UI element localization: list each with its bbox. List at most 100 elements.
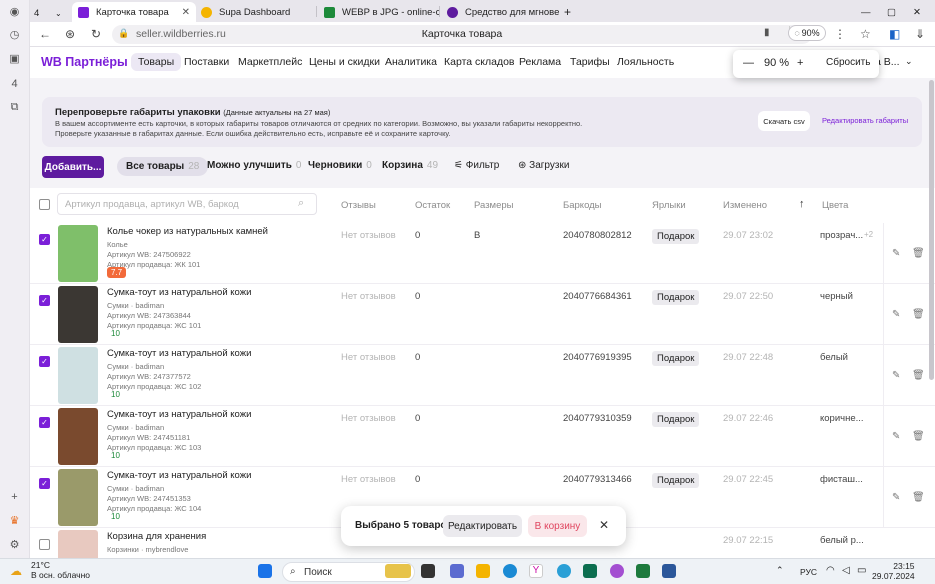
add-icon[interactable]: + — [7, 489, 22, 504]
browser-profile-icon[interactable]: ◉ — [7, 4, 22, 19]
table-row[interactable]: ✓ Сумка-тоут из натуральной кожи Сумки · b… — [30, 345, 935, 406]
edit-pencil-icon[interactable]: ✎ — [892, 370, 900, 381]
chevron-up-icon[interactable]: ⌃ — [776, 565, 784, 576]
col-colors[interactable]: Цвета — [822, 200, 848, 211]
table-row[interactable]: ✓ Колье чокер из натуральных камней Колье А… — [30, 223, 935, 284]
product-thumbnail[interactable] — [58, 347, 98, 404]
url-field[interactable]: 🔒 seller.wildberries.ru Карточка товара … — [112, 25, 812, 44]
col-stock[interactable]: Остаток — [415, 200, 450, 211]
collections-icon[interactable]: ⧉ — [7, 100, 22, 115]
zoom-indicator[interactable]: ◌ 90% — [788, 25, 826, 41]
product-name[interactable]: Сумка-тоут из натуральной кожи — [107, 287, 251, 298]
tab-count-icon[interactable]: 4 — [7, 76, 22, 91]
history-icon[interactable]: ◷ — [7, 27, 22, 42]
back-icon[interactable]: ← — [39, 27, 51, 41]
trash-icon[interactable]: 🗑 — [912, 431, 925, 442]
table-row[interactable]: ✓ Сумка-тоут из натуральной кожи Сумки · b… — [30, 284, 935, 345]
clock[interactable]: 23:15 29.07.2024 — [872, 561, 915, 581]
close-icon[interactable]: ✕ — [599, 518, 609, 532]
maximize-icon[interactable]: ▢ — [887, 2, 901, 22]
extension-icon[interactable]: ◧ — [889, 27, 900, 41]
nav-loyalty[interactable]: Лояльность — [617, 56, 674, 68]
col-reviews[interactable]: Отзывы — [341, 200, 376, 211]
yandex-icon[interactable]: Y — [529, 564, 543, 578]
extensions-icon[interactable]: ▣ — [7, 51, 22, 66]
download-icon[interactable]: ⇓ — [915, 27, 925, 41]
edit-pencil-icon[interactable]: ✎ — [892, 492, 900, 503]
nav-products[interactable]: Товары — [131, 53, 182, 71]
browser-tab-active[interactable]: Карточка товара ✕ — [72, 2, 196, 22]
trash-icon[interactable]: 🗑 — [912, 492, 925, 503]
product-thumbnail[interactable] — [58, 225, 98, 282]
download-csv-button[interactable]: Скачать csv — [758, 111, 810, 131]
bookmark-icon[interactable]: ▮ — [764, 27, 770, 38]
app-icon[interactable]: ♛ — [7, 513, 22, 528]
row-checkbox[interactable]: ✓ — [39, 295, 50, 306]
product-thumbnail[interactable] — [58, 469, 98, 526]
browser-tab[interactable]: Supa Dashboard — [195, 2, 316, 22]
settings-icon[interactable]: ⚙ — [7, 537, 22, 552]
tab-all-products[interactable]: Все товары 28 — [117, 157, 209, 176]
favorites-icon[interactable]: ☆ — [860, 27, 871, 41]
language-indicator[interactable]: РУС — [800, 567, 817, 577]
row-checkbox[interactable] — [39, 539, 50, 550]
col-barcodes[interactable]: Баркоды — [563, 200, 602, 211]
row-checkbox[interactable]: ✓ — [39, 478, 50, 489]
logo[interactable]: WB Партнёры — [41, 55, 128, 69]
chrome-icon[interactable] — [557, 564, 571, 578]
sort-arrow-icon[interactable]: ↑ — [799, 198, 805, 210]
col-labels[interactable]: Ярлыки — [652, 200, 686, 211]
move-to-trash-button[interactable]: В корзину — [528, 515, 587, 537]
teams-icon[interactable] — [450, 564, 464, 578]
edit-pencil-icon[interactable]: ✎ — [892, 309, 900, 320]
trash-icon[interactable]: 🗑 — [912, 248, 925, 259]
edit-pencil-icon[interactable]: ✎ — [892, 248, 900, 259]
weather-widget[interactable]: 21°C В осн. облачно — [31, 560, 90, 580]
nav-analytics[interactable]: Аналитика — [385, 56, 437, 68]
search-input[interactable]: Артикул продавца, артикул WB, баркод — [57, 193, 317, 215]
word-icon[interactable] — [662, 564, 676, 578]
edit-button[interactable]: Редактировать — [443, 515, 522, 537]
browser-tab[interactable]: WEBP в JPG - online-conv — [318, 2, 439, 22]
zoom-out-button[interactable]: — — [743, 57, 754, 69]
edit-pencil-icon[interactable]: ✎ — [892, 431, 900, 442]
new-tab-icon[interactable]: + — [561, 2, 577, 22]
shield-icon[interactable]: ⊛ — [65, 27, 75, 41]
volume-icon[interactable]: ◁ — [842, 565, 850, 576]
weather-icon[interactable]: ☁ — [10, 564, 22, 578]
battery-icon[interactable]: ▭ — [857, 565, 866, 576]
trash-icon[interactable]: 🗑 — [912, 370, 925, 381]
more-icon[interactable]: ⋮ — [834, 27, 846, 41]
tab-drafts[interactable]: Черновики 0 — [308, 160, 372, 171]
product-name[interactable]: Сумка-тоут из натуральной кожи — [107, 348, 251, 359]
minimize-icon[interactable]: — — [861, 2, 875, 22]
row-checkbox[interactable]: ✓ — [39, 234, 50, 245]
product-name[interactable]: Колье чокер из натуральных камней — [107, 226, 268, 237]
trash-icon[interactable]: 🗑 — [912, 309, 925, 320]
tab-can-improve[interactable]: Можно улучшить 0 — [207, 160, 301, 171]
app-icon[interactable] — [610, 564, 624, 578]
add-button[interactable]: Добавить... — [42, 156, 104, 178]
chevron-down-icon[interactable]: ⌄ — [905, 56, 913, 67]
wifi-icon[interactable]: ◠ — [826, 565, 835, 576]
uploads-button[interactable]: ⊛ Загрузки — [518, 160, 569, 171]
product-thumbnail[interactable] — [58, 286, 98, 343]
product-name[interactable]: Корзина для хранения — [107, 531, 206, 542]
explorer-icon[interactable] — [476, 564, 490, 578]
zoom-reset-button[interactable]: Сбросить — [826, 57, 870, 68]
close-window-icon[interactable]: ✕ — [913, 2, 927, 22]
more-colors-badge[interactable]: +2 — [864, 230, 873, 239]
nav-tariffs[interactable]: Тарифы — [570, 56, 610, 68]
zoom-in-button[interactable]: + — [797, 57, 803, 69]
edge-icon[interactable] — [503, 564, 517, 578]
taskview-icon[interactable] — [421, 564, 435, 578]
tab-trash[interactable]: Корзина 49 — [382, 160, 438, 171]
select-all-checkbox[interactable] — [39, 199, 50, 210]
nav-ads[interactable]: Реклама — [519, 56, 561, 68]
browser-tab[interactable]: Средство для мгновенно — [441, 2, 559, 22]
product-name[interactable]: Сумка-тоут из натуральной кожи — [107, 470, 251, 481]
product-thumbnail[interactable] — [58, 530, 98, 558]
app-icon[interactable] — [583, 564, 597, 578]
start-icon[interactable] — [258, 564, 272, 578]
nav-marketplace[interactable]: Маркетплейс — [238, 56, 302, 68]
